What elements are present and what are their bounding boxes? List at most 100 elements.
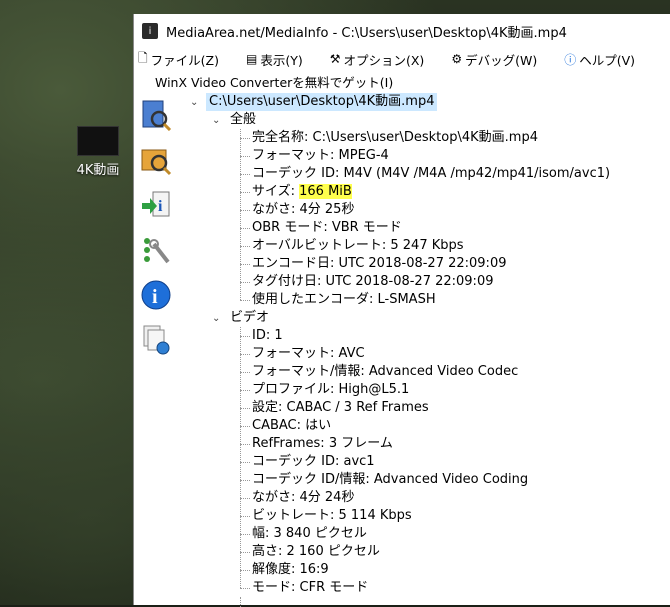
tree-item: 解像度: 16:9 bbox=[252, 562, 329, 577]
menu-options[interactable]: ⚒ オプション(X) bbox=[330, 50, 425, 69]
tree-section-general[interactable]: 全般 bbox=[230, 111, 256, 129]
tree-item: ながさ: 4分 25秒 bbox=[252, 202, 355, 217]
tree-connector-line bbox=[240, 588, 250, 589]
tree-item: タグ付け日: UTC 2018-08-27 22:09:09 bbox=[252, 274, 494, 289]
preferences-button[interactable] bbox=[138, 232, 174, 268]
menu-file-label: ファイル(Z) bbox=[150, 52, 219, 68]
menu-view[interactable]: ▤ 表示(Y) bbox=[246, 50, 303, 69]
menu-view-label: 表示(Y) bbox=[260, 52, 303, 68]
video-expand-chevron-icon[interactable]: ⌄ bbox=[212, 309, 224, 327]
debug-icon: ⚙ bbox=[451, 52, 463, 66]
tree-connector-line bbox=[240, 372, 250, 373]
desktop-icon-label: 4K動画 bbox=[76, 163, 120, 178]
menu-debug-label: デバッグ(W) bbox=[465, 52, 538, 68]
export-icon: i bbox=[142, 191, 170, 217]
open-file-icon bbox=[142, 100, 172, 131]
tree-connector-line bbox=[240, 462, 250, 463]
video-thumbnail bbox=[77, 126, 119, 156]
tree-connector-line bbox=[240, 408, 250, 409]
tree-item: オーバルビットレート: 5 247 Kbps bbox=[252, 238, 464, 253]
tree-connector-line bbox=[240, 426, 250, 427]
tree-connector-line bbox=[240, 300, 250, 301]
tree-item: ID: 1 bbox=[252, 328, 283, 343]
menu-file[interactable]: 🗋 ファイル(Z) bbox=[138, 49, 219, 70]
general-expand-chevron-icon[interactable]: ⌄ bbox=[212, 111, 224, 129]
about-button[interactable]: i bbox=[138, 277, 174, 313]
tree-item: プロファイル: High@L5.1 bbox=[252, 382, 410, 397]
tree-connector-line bbox=[240, 390, 250, 391]
tree-connector-line bbox=[240, 282, 250, 283]
tree-item-size: サイズ: 166 MiB bbox=[252, 183, 352, 201]
tree-connector-line bbox=[240, 246, 250, 247]
menu-winx-converter[interactable]: WinX Video Converterを無料でゲット(I) bbox=[155, 72, 393, 91]
tree-connector-line bbox=[240, 192, 250, 193]
tree-connector-line bbox=[240, 156, 250, 157]
tree-item: 幅: 3 840 ピクセル bbox=[252, 526, 367, 541]
open-folder-icon bbox=[141, 149, 172, 176]
tree-connector-line bbox=[240, 210, 250, 211]
tree-item: コーデック ID: M4V (M4V /M4A /mp42/mp41/isom/… bbox=[252, 166, 611, 181]
export-button[interactable]: i bbox=[138, 187, 174, 223]
file-icon: 🗋 bbox=[138, 50, 148, 65]
menu-help-label: ヘルプ(V) bbox=[579, 52, 636, 68]
tree-connector-line bbox=[240, 264, 250, 265]
mediainfo-window: i MediaArea.net/MediaInfo - C:\Users\use… bbox=[133, 14, 670, 607]
tree-item: ながさ: 4分 24秒 bbox=[252, 490, 355, 505]
window-title: MediaArea.net/MediaInfo - C:\Users\user\… bbox=[166, 25, 567, 41]
tree-connector-line bbox=[240, 138, 250, 139]
tree-item: 使用したエンコーダ: L-SMASH bbox=[252, 292, 436, 307]
tree-connector-line bbox=[240, 552, 250, 553]
tree-connector-line bbox=[240, 444, 250, 445]
tree-connector-line bbox=[240, 354, 250, 355]
tree-item: フォーマット/情報: Advanced Video Codec bbox=[252, 364, 519, 379]
options-icon: ⚒ bbox=[329, 52, 341, 66]
tree-connector-line bbox=[240, 336, 250, 337]
menu-bar: 🗋 ファイル(Z) ▤ 表示(Y) ⚒ オプション(X) ⚙ デバッグ(W) ⓘ… bbox=[134, 48, 670, 70]
root-expand-chevron-icon[interactable]: ⌄ bbox=[190, 93, 202, 111]
side-toolbar: i i bbox=[134, 92, 179, 605]
size-value-highlight: 166 MiB bbox=[299, 184, 352, 199]
preferences-icon bbox=[144, 238, 170, 264]
help-icon: ⓘ bbox=[564, 52, 577, 67]
info-tree: ⌄ C:\Users\user\Desktop\4K動画.mp4 ⌄ 全般 完全名称: … bbox=[179, 92, 670, 607]
tree-section-video[interactable]: ビデオ bbox=[230, 309, 269, 327]
tree-connector-line bbox=[240, 327, 241, 588]
tree-item: OBR モード: VBR モード bbox=[252, 220, 402, 235]
tree-item: エンコード日: UTC 2018-08-27 22:09:09 bbox=[252, 256, 507, 271]
tree-connector-line bbox=[240, 516, 250, 517]
web-pages-icon bbox=[143, 325, 170, 355]
menu-help[interactable]: ⓘ ヘルプ(V) bbox=[564, 50, 635, 69]
title-bar: i MediaArea.net/MediaInfo - C:\Users\use… bbox=[134, 14, 670, 48]
tree-item: フォーマット: AVC bbox=[252, 346, 365, 361]
open-folder-button[interactable] bbox=[138, 142, 174, 178]
menu-options-label: オプション(X) bbox=[343, 52, 425, 68]
svg-text:i: i bbox=[158, 198, 163, 215]
tree-connector-line bbox=[240, 174, 250, 175]
tree-connector-line bbox=[240, 129, 241, 300]
tree-item: ビットレート: 5 114 Kbps bbox=[252, 508, 412, 523]
menu-debug[interactable]: ⚙ デバッグ(W) bbox=[451, 50, 537, 69]
tree-item: 高さ: 2 160 ピクセル bbox=[252, 544, 380, 559]
size-label: サイズ: bbox=[252, 184, 300, 199]
tree-connector-line bbox=[240, 480, 250, 481]
tree-item: コーデック ID/情報: Advanced Video Coding bbox=[252, 472, 529, 487]
tree-item: コーデック ID: avc1 bbox=[252, 454, 375, 469]
tree-connector-line bbox=[240, 597, 241, 607]
view-icon: ▤ bbox=[245, 52, 258, 66]
info-icon: i bbox=[141, 280, 171, 310]
tree-connector-line bbox=[240, 498, 250, 499]
tree-connector-line bbox=[240, 534, 250, 535]
desktop-file-icon[interactable]: 4K動画 bbox=[66, 126, 130, 178]
tree-item: 完全名称: C:\Users\user\Desktop\4K動画.mp4 bbox=[252, 130, 538, 145]
tree-item: RefFrames: 3 フレーム bbox=[252, 436, 393, 451]
web-button[interactable] bbox=[138, 322, 174, 358]
tree-item: モード: CFR モード bbox=[252, 580, 369, 595]
tree-connector-line bbox=[240, 228, 250, 229]
svg-text:i: i bbox=[152, 286, 158, 308]
tree-item: フォーマット: MPEG-4 bbox=[252, 148, 389, 163]
tree-connector-line bbox=[240, 570, 250, 571]
open-file-button[interactable] bbox=[138, 97, 174, 133]
menu-bar-2: WinX Video Converterを無料でゲット(I) bbox=[134, 70, 670, 92]
mediainfo-app-icon: i bbox=[142, 23, 158, 39]
tree-root-file[interactable]: C:\Users\user\Desktop\4K動画.mp4 bbox=[206, 93, 438, 111]
